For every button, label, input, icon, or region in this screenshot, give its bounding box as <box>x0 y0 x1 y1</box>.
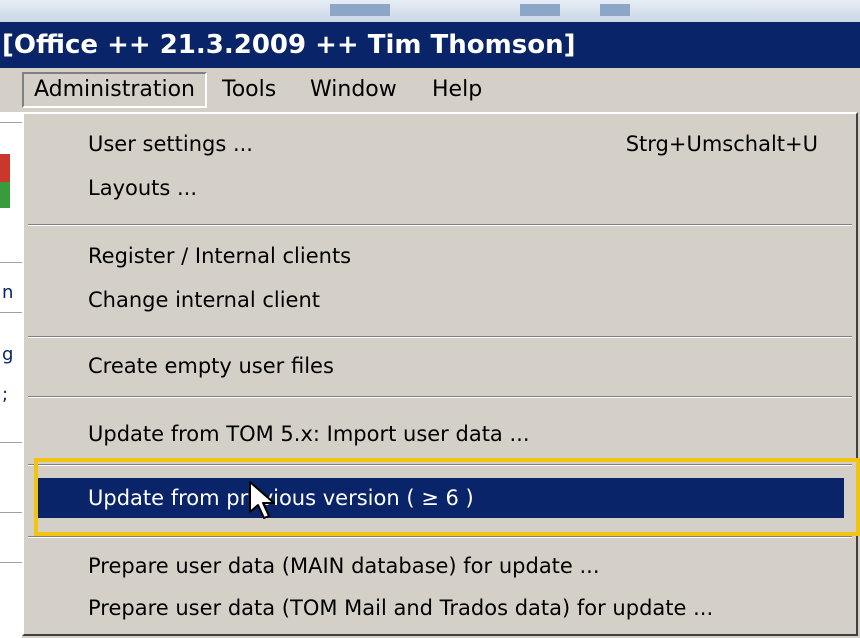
menu-separator <box>28 536 852 538</box>
menu-window[interactable]: Window <box>300 72 407 108</box>
menu-item-update-from-tom5[interactable]: Update from TOM 5.x: Import user data ..… <box>38 414 844 454</box>
menu-item-label: Layouts ... <box>88 176 198 200</box>
menu-separator <box>28 396 852 398</box>
menu-item-label: User settings ... <box>88 132 253 156</box>
menu-bar: Administration Tools Window Help <box>0 68 860 112</box>
mouse-pointer-icon <box>249 481 275 519</box>
title-bar: [Office ++ 21.3.2009 ++ Tim Thomson] <box>0 22 860 68</box>
menu-item-create-empty-user-files[interactable]: Create empty user files <box>38 346 844 386</box>
menu-item-label: Change internal client <box>88 288 321 312</box>
background-window-strip <box>0 0 860 22</box>
window-title: [Office ++ 21.3.2009 ++ Tim Thomson] <box>2 30 576 60</box>
menu-item-label: Update from TOM 5.x: Import user data ..… <box>88 422 530 446</box>
administration-dropdown: User settings ... Strg+Umschalt+U Layout… <box>22 112 858 636</box>
menu-separator <box>28 224 852 226</box>
menu-item-update-from-previous-version[interactable]: Update from previous version ( ≥ 6 ) <box>38 478 844 518</box>
menu-help[interactable]: Help <box>422 72 492 108</box>
menu-item-prepare-tom-mail-trados[interactable]: Prepare user data (TOM Mail and Trados d… <box>38 588 844 628</box>
menu-item-shortcut: Strg+Umschalt+U <box>625 132 818 156</box>
menu-item-change-internal-client[interactable]: Change internal client <box>38 280 844 320</box>
menu-item-prepare-main-database[interactable]: Prepare user data (MAIN database) for up… <box>38 546 844 586</box>
menu-separator <box>28 336 852 338</box>
menu-administration[interactable]: Administration <box>22 72 207 108</box>
menu-item-label: Create empty user files <box>88 354 334 378</box>
menu-item-label: Register / Internal clients <box>88 244 352 268</box>
background-app-content: n g ; <box>0 112 22 638</box>
menu-item-user-settings[interactable]: User settings ... Strg+Umschalt+U <box>38 124 844 164</box>
menu-item-layouts[interactable]: Layouts ... <box>38 168 844 208</box>
menu-item-register-internal-clients[interactable]: Register / Internal clients <box>38 236 844 276</box>
menu-item-label: Prepare user data (MAIN database) for up… <box>88 554 600 578</box>
menu-item-label: Update from previous version ( ≥ 6 ) <box>88 486 474 510</box>
menu-item-label: Prepare user data (TOM Mail and Trados d… <box>88 596 714 620</box>
menu-tools[interactable]: Tools <box>212 72 286 108</box>
menu-separator <box>28 464 852 466</box>
